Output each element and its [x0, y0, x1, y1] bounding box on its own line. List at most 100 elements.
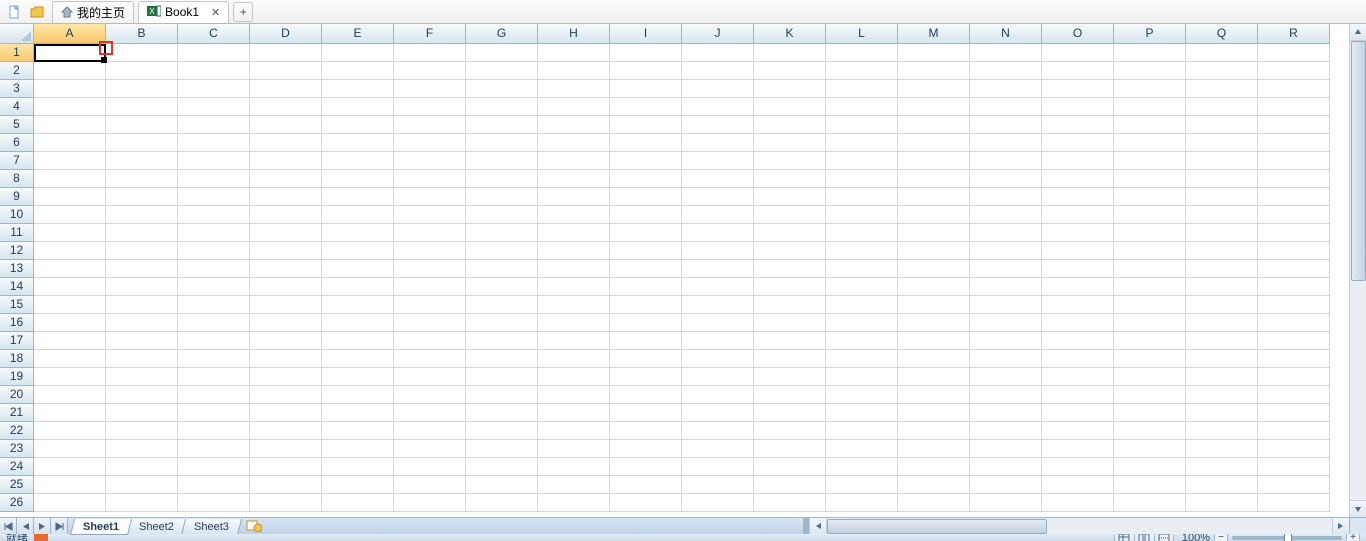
cell-G8[interactable]	[466, 170, 538, 188]
cell-R19[interactable]	[1258, 368, 1330, 386]
cell-L19[interactable]	[826, 368, 898, 386]
cell-D22[interactable]	[250, 422, 322, 440]
cell-R14[interactable]	[1258, 278, 1330, 296]
cell-O1[interactable]	[1042, 44, 1114, 62]
cell-O8[interactable]	[1042, 170, 1114, 188]
cell-R20[interactable]	[1258, 386, 1330, 404]
cell-G14[interactable]	[466, 278, 538, 296]
cell-D8[interactable]	[250, 170, 322, 188]
cell-D5[interactable]	[250, 116, 322, 134]
horizontal-scrollbar[interactable]	[809, 518, 1349, 535]
cell-R13[interactable]	[1258, 260, 1330, 278]
cell-F3[interactable]	[394, 80, 466, 98]
cell-O7[interactable]	[1042, 152, 1114, 170]
cell-E11[interactable]	[322, 224, 394, 242]
cell-D25[interactable]	[250, 476, 322, 494]
cell-C3[interactable]	[178, 80, 250, 98]
cell-R16[interactable]	[1258, 314, 1330, 332]
cell-J3[interactable]	[682, 80, 754, 98]
cell-Q15[interactable]	[1186, 296, 1258, 314]
cell-C15[interactable]	[178, 296, 250, 314]
cell-K12[interactable]	[754, 242, 826, 260]
cell-M14[interactable]	[898, 278, 970, 296]
cell-L24[interactable]	[826, 458, 898, 476]
cell-A3[interactable]	[34, 80, 106, 98]
cell-A10[interactable]	[34, 206, 106, 224]
cell-L22[interactable]	[826, 422, 898, 440]
cell-R26[interactable]	[1258, 494, 1330, 512]
cell-J12[interactable]	[682, 242, 754, 260]
cell-R2[interactable]	[1258, 62, 1330, 80]
cell-N14[interactable]	[970, 278, 1042, 296]
cell-J8[interactable]	[682, 170, 754, 188]
cell-R22[interactable]	[1258, 422, 1330, 440]
cell-L9[interactable]	[826, 188, 898, 206]
zoom-in-button[interactable]: +	[1346, 534, 1360, 541]
cell-L18[interactable]	[826, 350, 898, 368]
cell-L16[interactable]	[826, 314, 898, 332]
cell-C26[interactable]	[178, 494, 250, 512]
cell-J9[interactable]	[682, 188, 754, 206]
cell-C11[interactable]	[178, 224, 250, 242]
cell-B17[interactable]	[106, 332, 178, 350]
cell-O18[interactable]	[1042, 350, 1114, 368]
cell-B18[interactable]	[106, 350, 178, 368]
cell-J14[interactable]	[682, 278, 754, 296]
cell-M26[interactable]	[898, 494, 970, 512]
cell-N5[interactable]	[970, 116, 1042, 134]
cell-C18[interactable]	[178, 350, 250, 368]
row-header-19[interactable]: 19	[0, 368, 34, 386]
cell-C13[interactable]	[178, 260, 250, 278]
cell-J26[interactable]	[682, 494, 754, 512]
cell-F9[interactable]	[394, 188, 466, 206]
cell-N9[interactable]	[970, 188, 1042, 206]
cell-D2[interactable]	[250, 62, 322, 80]
cell-B26[interactable]	[106, 494, 178, 512]
cell-A23[interactable]	[34, 440, 106, 458]
cell-A24[interactable]	[34, 458, 106, 476]
cell-N2[interactable]	[970, 62, 1042, 80]
cell-I22[interactable]	[610, 422, 682, 440]
cell-P1[interactable]	[1114, 44, 1186, 62]
cell-M22[interactable]	[898, 422, 970, 440]
cell-L21[interactable]	[826, 404, 898, 422]
cell-A14[interactable]	[34, 278, 106, 296]
cell-N21[interactable]	[970, 404, 1042, 422]
cell-E24[interactable]	[322, 458, 394, 476]
cell-R11[interactable]	[1258, 224, 1330, 242]
cell-H5[interactable]	[538, 116, 610, 134]
cell-K10[interactable]	[754, 206, 826, 224]
row-header-13[interactable]: 13	[0, 260, 34, 278]
cell-B16[interactable]	[106, 314, 178, 332]
cell-K9[interactable]	[754, 188, 826, 206]
row-header-26[interactable]: 26	[0, 494, 34, 512]
view-page-break-button[interactable]	[1154, 534, 1174, 541]
cell-E9[interactable]	[322, 188, 394, 206]
cell-A11[interactable]	[34, 224, 106, 242]
cell-P22[interactable]	[1114, 422, 1186, 440]
cell-F8[interactable]	[394, 170, 466, 188]
cell-N13[interactable]	[970, 260, 1042, 278]
sheet-nav-first[interactable]	[0, 518, 17, 535]
cell-K5[interactable]	[754, 116, 826, 134]
cell-M1[interactable]	[898, 44, 970, 62]
cell-F16[interactable]	[394, 314, 466, 332]
cell-R17[interactable]	[1258, 332, 1330, 350]
cell-A21[interactable]	[34, 404, 106, 422]
cell-B12[interactable]	[106, 242, 178, 260]
row-header-22[interactable]: 22	[0, 422, 34, 440]
row-header-8[interactable]: 8	[0, 170, 34, 188]
cell-P17[interactable]	[1114, 332, 1186, 350]
column-header-L[interactable]: L	[826, 24, 898, 44]
cell-J25[interactable]	[682, 476, 754, 494]
cell-A20[interactable]	[34, 386, 106, 404]
cell-P4[interactable]	[1114, 98, 1186, 116]
cell-M24[interactable]	[898, 458, 970, 476]
cell-F12[interactable]	[394, 242, 466, 260]
cell-F17[interactable]	[394, 332, 466, 350]
cell-K26[interactable]	[754, 494, 826, 512]
cell-C14[interactable]	[178, 278, 250, 296]
cell-N3[interactable]	[970, 80, 1042, 98]
row-header-16[interactable]: 16	[0, 314, 34, 332]
row-header-23[interactable]: 23	[0, 440, 34, 458]
